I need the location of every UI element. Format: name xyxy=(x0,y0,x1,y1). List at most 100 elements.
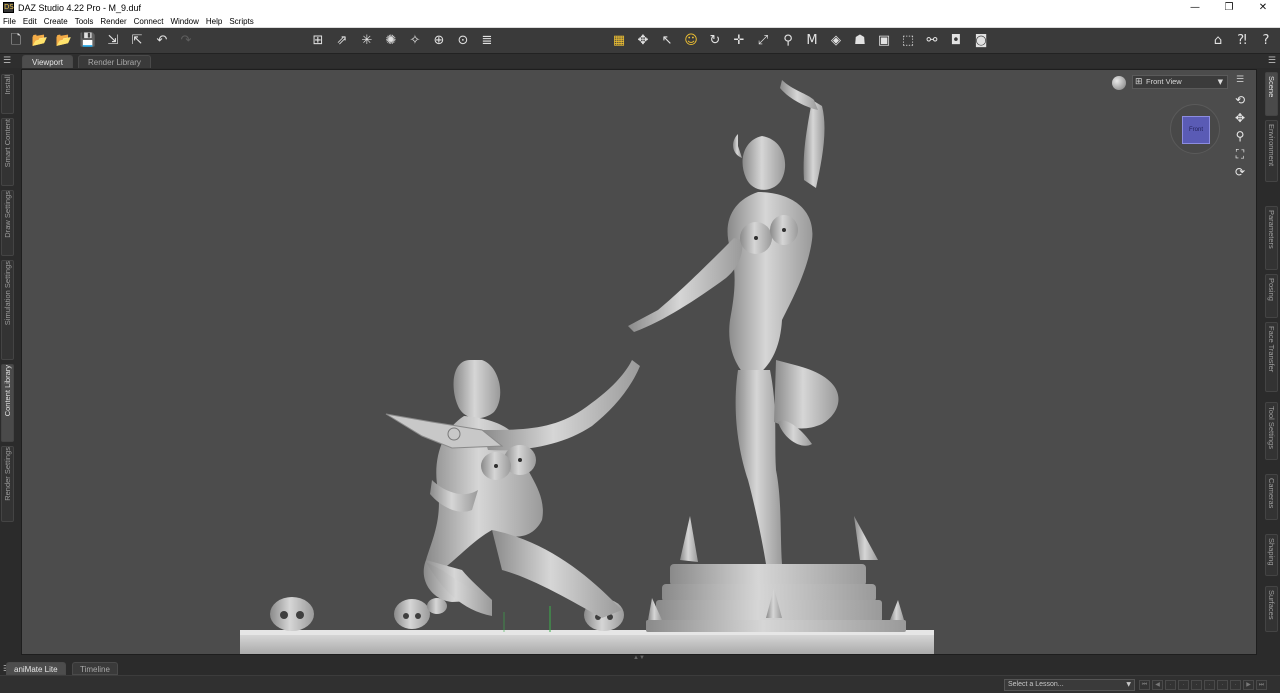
undo-icon[interactable]: ↶ xyxy=(153,32,171,50)
universal-tool-icon[interactable]: ✥ xyxy=(634,32,652,50)
joint-editor-icon[interactable]: ⚲ xyxy=(779,32,797,50)
whats-this-icon[interactable]: ⁈ xyxy=(1233,32,1251,50)
left-panel-tabs: Install Smart Content Draw Settings Simu… xyxy=(0,68,16,655)
transfer-utility-icon[interactable]: ⚯ xyxy=(923,32,941,50)
translate-tool-icon[interactable]: ✛ xyxy=(730,32,748,50)
menu-create[interactable]: Create xyxy=(44,17,68,26)
lesson-next-icon[interactable]: ▶ xyxy=(1243,680,1254,690)
create-spot-light-icon[interactable]: ✺ xyxy=(382,32,400,50)
lesson-step-icon[interactable]: · xyxy=(1204,680,1215,690)
panel-menu-icon[interactable]: ☰ xyxy=(3,56,11,66)
tab-simulation-settings[interactable]: Simulation Settings xyxy=(1,260,14,360)
lesson-last-icon[interactable]: ⏭ xyxy=(1256,680,1267,690)
perspective-ball-icon[interactable] xyxy=(1112,76,1126,90)
lesson-select-label: Select a Lesson... xyxy=(1008,681,1064,688)
new-scene-icon[interactable]: 🗋 xyxy=(7,32,25,50)
menu-render[interactable]: Render xyxy=(100,17,126,26)
create-null-icon[interactable]: ⊙ xyxy=(454,32,472,50)
create-linear-light-icon[interactable]: ✧ xyxy=(406,32,424,50)
close-button[interactable]: ✕ xyxy=(1246,0,1280,15)
view-cube[interactable]: Front xyxy=(1170,104,1220,154)
tab-parameters[interactable]: Parameters xyxy=(1265,206,1278,270)
tab-surfaces[interactable]: Surfaces xyxy=(1265,586,1278,632)
tab-environment[interactable]: Environment xyxy=(1265,120,1278,182)
menu-edit[interactable]: Edit xyxy=(23,17,37,26)
reset-view-icon[interactable]: ⟳ xyxy=(1232,164,1248,180)
lesson-prev-icon[interactable]: ◀ xyxy=(1152,680,1163,690)
menu-tools[interactable]: Tools xyxy=(75,17,94,26)
geometry-editor-icon[interactable]: ☗ xyxy=(851,32,869,50)
home-icon[interactable]: ⌂ xyxy=(1209,32,1227,50)
right-panel-menu-icon[interactable]: ☰ xyxy=(1268,56,1276,66)
menu-file[interactable]: File xyxy=(3,17,16,26)
menu-window[interactable]: Window xyxy=(170,17,198,26)
merge-icon[interactable]: 📂 xyxy=(55,32,73,50)
tab-timeline[interactable]: Timeline xyxy=(72,662,118,675)
create-node-icon[interactable]: ⊕ xyxy=(430,32,448,50)
lesson-step-icon[interactable]: · xyxy=(1217,680,1228,690)
spot-render-icon[interactable]: ▣ xyxy=(875,32,893,50)
tab-content-library[interactable]: Content Library xyxy=(1,364,14,442)
tab-viewport[interactable]: Viewport xyxy=(22,55,73,68)
menu-help[interactable]: Help xyxy=(206,17,222,26)
pan-icon[interactable]: ✥ xyxy=(1232,110,1248,126)
view-cube-front[interactable]: Front xyxy=(1182,116,1210,144)
redo-icon[interactable]: ↷ xyxy=(177,32,195,50)
zoom-icon[interactable]: ⚲ xyxy=(1232,128,1248,144)
tab-render-library[interactable]: Render Library xyxy=(78,55,151,68)
lesson-step-icon[interactable]: · xyxy=(1178,680,1189,690)
tab-scene[interactable]: Scene xyxy=(1265,72,1278,116)
maximize-button[interactable]: ❐ xyxy=(1212,0,1246,15)
render-settings-icon[interactable]: ◘ xyxy=(947,32,965,50)
lesson-step-icon[interactable]: · xyxy=(1165,680,1176,690)
tab-posing[interactable]: Posing xyxy=(1265,274,1278,318)
menu-scripts[interactable]: Scripts xyxy=(229,17,253,26)
tab-surfaces-label: Surfaces xyxy=(1267,590,1276,620)
create-camera-icon[interactable]: ⊞ xyxy=(309,32,327,50)
lesson-select[interactable]: Select a Lesson... ▼ xyxy=(1004,679,1135,691)
tab-draw-settings[interactable]: Draw Settings xyxy=(1,190,14,256)
export-icon[interactable]: ⇱ xyxy=(128,32,146,50)
lesson-step-icon[interactable]: · xyxy=(1230,680,1241,690)
rotate-tool-icon[interactable]: ↻ xyxy=(706,32,724,50)
edit-shapes-icon[interactable]: ⬚ xyxy=(899,32,917,50)
render-icon[interactable]: ◙ xyxy=(972,32,990,50)
surface-selection-icon[interactable]: ◈ xyxy=(827,32,845,50)
minimize-button[interactable]: — xyxy=(1178,0,1212,15)
window-title: DAZ Studio 4.22 Pro - M_9.duf xyxy=(18,2,142,13)
tab-install[interactable]: Install xyxy=(1,74,14,114)
viewport[interactable]: ⊞ Front View ▼ ☰ Front ⟲ ✥ ⚲ ⛶ ⟳ xyxy=(21,69,1257,655)
panel-splitter-handle[interactable]: ▲▼ xyxy=(624,655,654,661)
active-pose-icon[interactable]: ☺ xyxy=(682,32,700,50)
tab-shaping[interactable]: Shaping xyxy=(1265,534,1278,576)
orbit-icon[interactable]: ⟲ xyxy=(1232,92,1248,108)
node-selection-icon[interactable]: ↖ xyxy=(658,32,676,50)
tab-animate-lite[interactable]: aniMate Lite xyxy=(6,662,66,675)
menu-connect[interactable]: Connect xyxy=(134,17,164,26)
help-icon[interactable]: ? xyxy=(1257,32,1275,50)
lesson-first-icon[interactable]: ⏮ xyxy=(1139,680,1150,690)
daz-app-icon: DS xyxy=(3,2,14,13)
view-selector[interactable]: ⊞ Front View ▼ xyxy=(1132,75,1228,89)
save-icon[interactable]: 💾 xyxy=(79,32,97,50)
region-navigator-icon[interactable]: M xyxy=(803,32,821,50)
menu-bar: File Edit Create Tools Render Connect Wi… xyxy=(0,15,1280,28)
tab-face-transfer[interactable]: Face Transfer xyxy=(1265,322,1278,392)
frame-icon[interactable]: ⛶ xyxy=(1232,146,1248,162)
create-point-light-icon[interactable]: ✳ xyxy=(358,32,376,50)
tab-smart-content-label: Smart Content xyxy=(3,119,12,168)
tab-smart-content[interactable]: Smart Content xyxy=(1,118,14,186)
tab-cameras[interactable]: Cameras xyxy=(1265,474,1278,520)
tab-render-settings[interactable]: Render Settings xyxy=(1,446,14,522)
lesson-step-icon[interactable]: · xyxy=(1191,680,1202,690)
scale-tool-icon[interactable]: ⤢ xyxy=(754,32,772,50)
node-weight-brush-icon[interactable]: ▦ xyxy=(610,32,628,50)
create-group-icon[interactable]: ≣ xyxy=(478,32,496,50)
tab-face-transfer-label: Face Transfer xyxy=(1267,326,1276,373)
create-distant-light-icon[interactable]: ⇗ xyxy=(333,32,351,50)
import-icon[interactable]: ⇲ xyxy=(104,32,122,50)
kneeling-figure xyxy=(423,360,640,618)
open-icon[interactable]: 📂 xyxy=(31,32,49,50)
tab-tool-settings[interactable]: Tool Settings xyxy=(1265,402,1278,460)
viewport-menu-icon[interactable]: ☰ xyxy=(1236,75,1244,85)
